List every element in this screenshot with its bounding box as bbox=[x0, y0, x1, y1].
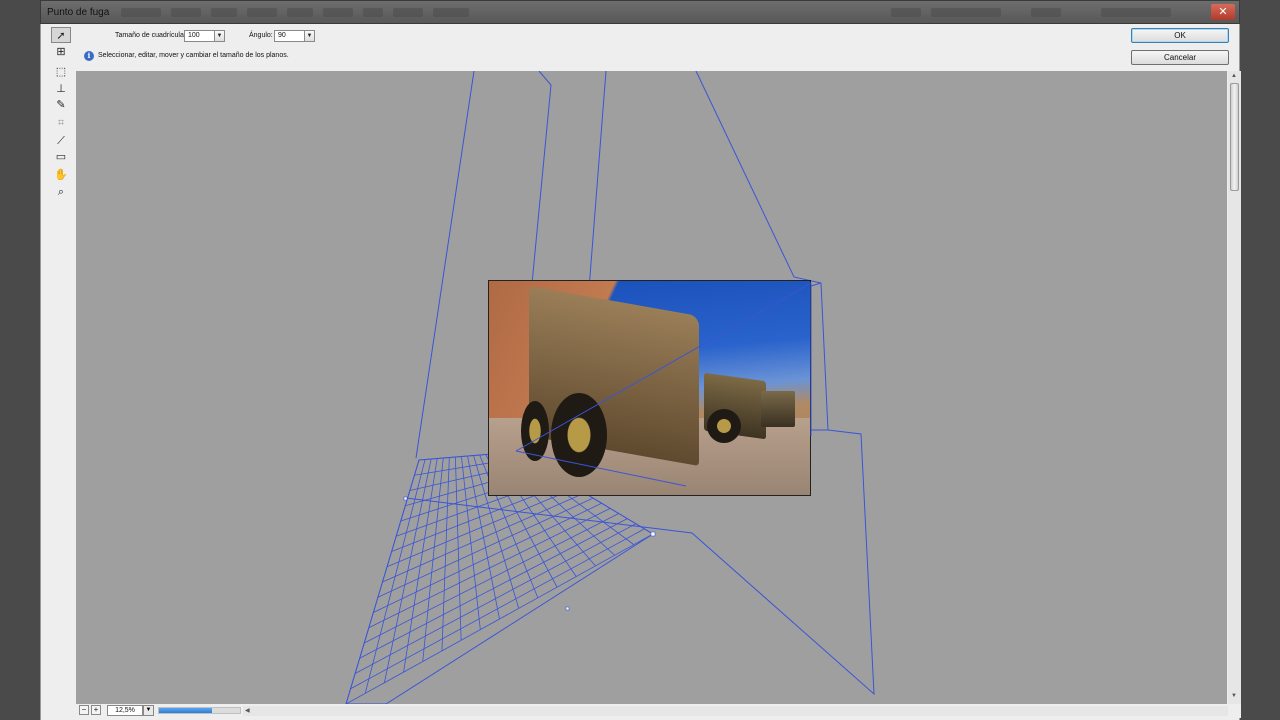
brush-tool[interactable]: ✎ bbox=[51, 97, 71, 113]
plane-outline bbox=[538, 71, 552, 86]
vanishing-point-dialog: Tamaño de cuadrícula: 100 ▼ Ángulo: 90 ▼… bbox=[40, 24, 1241, 720]
menu-placeholder bbox=[323, 8, 353, 17]
angle-dropdown[interactable]: ▼ bbox=[304, 30, 315, 42]
info-icon: i bbox=[84, 51, 94, 61]
grid-line bbox=[359, 518, 628, 659]
zoom-in-button[interactable]: + bbox=[91, 705, 101, 715]
grid-line bbox=[354, 523, 637, 674]
angle-field[interactable]: 90 bbox=[274, 30, 306, 42]
plane-outline bbox=[810, 282, 822, 287]
chevron-down-icon: ▼ bbox=[216, 33, 223, 39]
plane-outline bbox=[415, 71, 475, 459]
cancel-button[interactable]: Cancelar bbox=[1131, 50, 1229, 65]
plane-outline bbox=[587, 71, 607, 303]
transform-icon: ⌗ bbox=[57, 117, 65, 129]
plane-handle bbox=[403, 496, 408, 501]
create-plane-tool[interactable]: ⊞ bbox=[51, 44, 71, 60]
tool-palette: ➚ ⊞ ⬚ ⊥ ✎ ⌗ ⟋ ▭ ✋ ⌕ bbox=[51, 27, 71, 207]
menu-placeholder bbox=[211, 8, 237, 17]
marquee-tool[interactable]: ⬚ bbox=[51, 64, 71, 80]
scroll-up-icon[interactable]: ▲ bbox=[1231, 73, 1237, 79]
title-bar: Punto de fuga ✕ bbox=[40, 0, 1240, 24]
stamp-tool[interactable]: ⊥ bbox=[51, 81, 71, 97]
scroll-left-icon[interactable]: ◀ bbox=[245, 707, 250, 714]
window-title: Punto de fuga bbox=[47, 7, 110, 18]
marquee-icon: ⬚ bbox=[55, 66, 67, 78]
menu-placeholder bbox=[287, 8, 313, 17]
vanishing-point-window: Punto de fuga ✕ Tamaño de cuadrícula: 10… bbox=[0, 0, 1280, 720]
menu-placeholder bbox=[247, 8, 277, 17]
menu-placeholder bbox=[931, 8, 1001, 17]
magnifier-icon: ⌕ bbox=[57, 186, 65, 198]
menu-placeholder bbox=[1031, 8, 1061, 17]
zoom-out-button[interactable]: − bbox=[79, 705, 89, 715]
grid-size-field[interactable]: 100 bbox=[184, 30, 216, 42]
ruler-icon: ▭ bbox=[55, 151, 67, 163]
zoom-level-field[interactable]: 12,5% bbox=[107, 705, 143, 716]
grid-size-label: Tamaño de cuadrícula: bbox=[115, 32, 186, 39]
plane-handle bbox=[650, 531, 656, 537]
document-image bbox=[488, 280, 811, 496]
scrollbar-thumb[interactable] bbox=[1230, 83, 1239, 191]
transform-tool[interactable]: ⌗ bbox=[51, 115, 71, 131]
menu-placeholder bbox=[1101, 8, 1171, 17]
image-wheel bbox=[521, 401, 549, 461]
vertical-scrollbar[interactable]: ▲ ▼ bbox=[1228, 71, 1241, 704]
angle-label: Ángulo: bbox=[249, 32, 273, 39]
ok-button[interactable]: OK bbox=[1131, 28, 1229, 43]
horizontal-scrollbar[interactable]: ◀ bbox=[243, 706, 1228, 716]
chevron-down-icon: ▼ bbox=[306, 33, 313, 39]
image-truck bbox=[761, 391, 795, 427]
image-wheel bbox=[551, 393, 607, 477]
scroll-down-icon[interactable]: ▼ bbox=[1231, 693, 1237, 699]
image-wheel bbox=[707, 409, 741, 443]
preview-canvas[interactable] bbox=[76, 71, 1227, 704]
eyedropper-tool[interactable]: ⟋ bbox=[51, 133, 71, 149]
arrow-cursor-icon: ➚ bbox=[56, 30, 66, 42]
close-button[interactable]: ✕ bbox=[1211, 4, 1235, 20]
measure-tool[interactable]: ▭ bbox=[51, 149, 71, 165]
eyedropper-icon: ⟋ bbox=[57, 135, 65, 147]
plane-handle bbox=[565, 606, 570, 611]
grid-line bbox=[345, 533, 654, 704]
menu-placeholder bbox=[433, 8, 469, 17]
create-plane-icon: ⊞ bbox=[56, 46, 66, 58]
chevron-down-icon: ▼ bbox=[145, 707, 152, 713]
progress-bar bbox=[158, 707, 241, 714]
menu-placeholder bbox=[121, 8, 161, 17]
hand-icon: ✋ bbox=[54, 169, 68, 181]
tool-hint-text: Seleccionar, editar, mover y cambiar el … bbox=[98, 52, 289, 59]
brush-icon: ✎ bbox=[56, 99, 66, 111]
menu-placeholder bbox=[171, 8, 201, 17]
menu-placeholder bbox=[891, 8, 921, 17]
grid-size-dropdown[interactable]: ▼ bbox=[214, 30, 225, 42]
hand-tool[interactable]: ✋ bbox=[51, 167, 71, 183]
zoom-tool[interactable]: ⌕ bbox=[51, 184, 71, 200]
edit-plane-tool[interactable]: ➚ bbox=[51, 27, 71, 43]
menu-placeholder bbox=[393, 8, 423, 17]
grid-line bbox=[377, 497, 594, 598]
progress-fill bbox=[159, 708, 212, 713]
options-bar: Tamaño de cuadrícula: 100 ▼ Ángulo: 90 ▼… bbox=[41, 24, 1241, 68]
stamp-icon: ⊥ bbox=[56, 83, 66, 95]
zoom-dropdown[interactable]: ▼ bbox=[143, 705, 154, 716]
menu-placeholder bbox=[363, 8, 383, 17]
grid-line bbox=[368, 508, 611, 629]
